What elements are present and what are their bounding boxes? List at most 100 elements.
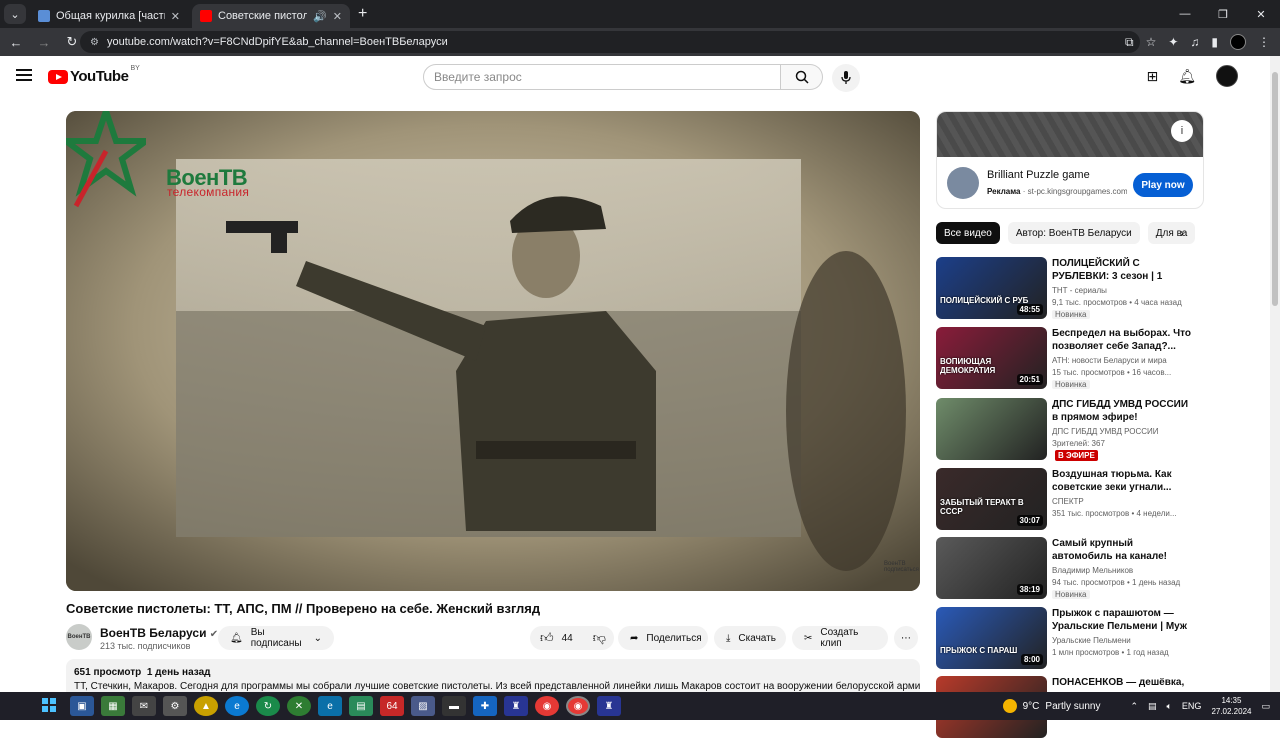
scrollbar-thumb[interactable] (1272, 72, 1278, 306)
notifications-bell-icon[interactable]: 🔔︎ (1178, 68, 1196, 85)
windows-start-icon[interactable] (42, 698, 56, 712)
close-tab-icon[interactable]: ✕ (171, 10, 180, 23)
recommendation-item[interactable]: ПОЛИЦЕЙСКИЙ С РУБ 48:55 ПОЛИЦЕЙСКИЙ С РУБЛ… (936, 257, 1204, 321)
bookmark-star-icon[interactable]: ☆ (1146, 35, 1157, 49)
recommendation-item[interactable]: ДПС ГИБДД УМВД РОССИИ в прямом эфире! ДПС… (936, 398, 1204, 462)
tank-game-icon[interactable]: ▬ (442, 696, 466, 716)
create-video-icon[interactable]: ⊞ (1146, 68, 1158, 85)
minimize-icon[interactable]: — (1166, 0, 1204, 28)
ie-app-icon[interactable]: e (318, 696, 342, 716)
chrome-active-icon[interactable]: ◉ (566, 696, 590, 716)
ad-play-now-button[interactable]: Play now (1133, 173, 1193, 197)
recommendation-title[interactable]: ДПС ГИБДД УМВД РОССИИ в прямом эфире! (1052, 398, 1194, 424)
channel-name[interactable]: ВоенТВ Беларуси ✔ (100, 626, 218, 640)
recommendation-title[interactable]: Самый крупный автомобиль на канале! (1052, 537, 1194, 563)
menu-icon[interactable] (16, 69, 32, 84)
recommendation-item[interactable]: ЗАБЫТЫЙ ТЕРАКТ В СССР 30:07 Воздушная тюрь… (936, 468, 1204, 532)
media-control-icon[interactable]: ♫ (1190, 35, 1199, 49)
save-app-icon[interactable]: ▣ (70, 696, 94, 716)
edge-browser-icon[interactable]: e (225, 696, 249, 716)
recommendation-title[interactable]: Воздушная тюрьма. Как советские зеки угн… (1052, 468, 1194, 494)
recommendation-item[interactable]: ВОПИЮЩАЯ ДЕМОКРАТИЯ 20:51 Беспредел на выб… (936, 327, 1204, 391)
chip-for-you[interactable]: Для ва (1147, 222, 1196, 244)
chip-all-videos[interactable]: Все видео (936, 222, 1000, 244)
shield-app-icon[interactable]: ✚ (473, 696, 497, 716)
video-thumbnail[interactable]: ЗАБЫТЫЙ ТЕРАКТ В СССР 30:07 (936, 468, 1047, 530)
wot-app-icon[interactable]: ♜ (504, 696, 528, 716)
search-button[interactable] (781, 64, 823, 90)
network-icon[interactable]: ▤ (1148, 701, 1157, 712)
chrome-app-icon[interactable]: ◉ (535, 696, 559, 716)
account-avatar[interactable] (1216, 65, 1238, 87)
browser-menu-icon[interactable]: ⋮ (1258, 35, 1270, 49)
side-panel-icon[interactable]: ▮ (1211, 35, 1218, 49)
weather-widget[interactable]: 9°C Partly sunny (1002, 699, 1100, 713)
volume-icon[interactable]: 🔈︎ (1167, 701, 1172, 712)
video-player[interactable]: ВоенТВ телекомпания ВоенТВ подписаться (66, 111, 920, 591)
video-thumbnail[interactable]: ПОЛИЦЕЙСКИЙ С РУБ 48:55 (936, 257, 1047, 319)
recommendation-item[interactable]: 38:19 Самый крупный автомобиль на канале!… (936, 537, 1204, 601)
video-thumbnail[interactable]: ПРЫЖОК С ПАРАШ 8:00 (936, 607, 1047, 669)
profile-avatar[interactable] (1230, 34, 1246, 50)
recommendation-channel[interactable]: ДПС ГИБДД УМВД РОССИИ (1052, 427, 1159, 436)
tab-search-button[interactable]: ⌄ (4, 4, 26, 24)
site-info-icon[interactable]: ⚙ (90, 37, 99, 48)
browser-tab[interactable]: Общая курилка [часть 2] - Стр ✕ (30, 4, 188, 28)
back-icon[interactable]: ← (4, 35, 28, 50)
game-app-icon[interactable]: ⚙ (163, 696, 187, 716)
ad-banner-image[interactable]: i (937, 112, 1203, 157)
recommendation-channel[interactable]: ТНТ - сериалы (1052, 286, 1107, 295)
photo-app-icon[interactable]: ▨ (411, 696, 435, 716)
subscribed-button[interactable]: 🔔︎ Вы подписаны ⌄ (218, 626, 334, 650)
chip-by-author[interactable]: Автор: ВоенТВ Беларуси (1007, 222, 1140, 244)
forward-icon[interactable]: → (32, 35, 56, 50)
youtube-logo[interactable]: YouTube BY (48, 65, 140, 85)
recommendation-title[interactable]: Беспредел на выборах. Что позволяет себе… (1052, 327, 1194, 353)
close-window-icon[interactable]: ✕ (1242, 0, 1280, 28)
audio-playing-icon[interactable]: 🔊 (313, 10, 327, 23)
like-button[interactable]: 👍︎ 44 (530, 626, 583, 650)
address-bar[interactable]: ⚙ youtube.com/watch?v=F8CNdDpifYE&ab_cha… (80, 31, 1140, 53)
share-button[interactable]: ➦ Поделиться (618, 626, 708, 650)
recommendation-channel[interactable]: АТН: новости Беларуси и мира (1052, 356, 1167, 365)
chevron-right-icon[interactable]: › (1180, 226, 1184, 240)
voice-search-button[interactable] (832, 64, 860, 92)
ad-card[interactable]: i Brilliant Puzzle game Реклама · st-pc.… (936, 111, 1204, 209)
page-scrollbar[interactable] (1270, 56, 1280, 692)
calculator-app-icon[interactable]: ▦ (101, 696, 125, 716)
corner-subscribe-logo[interactable]: ВоенТВ подписаться (884, 561, 919, 581)
sync-app-icon[interactable]: ↻ (256, 696, 280, 716)
recommendation-title[interactable]: Прыжок с парашютом — Уральские Пельмени … (1052, 607, 1194, 633)
extensions-icon[interactable]: ✦ (1168, 35, 1178, 49)
download-button[interactable]: ⤓ Скачать (714, 626, 786, 650)
recommendation-title[interactable]: ПОЛИЦЕЙСКИЙ С РУБЛЕВКИ: 3 сезон | 1 сери… (1052, 257, 1194, 283)
spreadsheet-app-icon[interactable]: ▤ (349, 696, 373, 716)
recommendation-item[interactable]: ПРЫЖОК С ПАРАШ 8:00 Прыжок с парашютом — У… (936, 607, 1204, 671)
browser-tab-active[interactable]: Советские пистолеты: ТТ, А 🔊 ✕ (192, 4, 350, 28)
video-thumbnail[interactable] (936, 398, 1047, 460)
recommendation-title[interactable]: ПОНАСЕНКОВ — дешёвка, (1052, 676, 1194, 689)
video-thumbnail[interactable]: ВОПИЮЩАЯ ДЕМОКРАТИЯ 20:51 (936, 327, 1047, 389)
wot-blitz-icon[interactable]: ♜ (597, 696, 621, 716)
restore-icon[interactable]: ❐ (1204, 0, 1242, 28)
search-input[interactable]: Введите запрос (423, 64, 781, 90)
mail-app-icon[interactable]: ✉ (132, 696, 156, 716)
xbox-app-icon[interactable]: ✕ (287, 696, 311, 716)
video-thumbnail[interactable]: 38:19 (936, 537, 1047, 599)
recommendation-channel[interactable]: Владимир Мельников (1052, 566, 1133, 575)
tray-chevron-icon[interactable]: ⌃ (1130, 701, 1138, 712)
more-actions-button[interactable]: ⋯ (894, 626, 918, 650)
recommendation-channel[interactable]: Уральские Пельмени (1052, 636, 1131, 645)
notification-icon[interactable]: ▭ (1261, 701, 1270, 712)
create-clip-button[interactable]: ✂ Создать клип (792, 626, 888, 650)
warning-app-icon[interactable]: ▲ (194, 696, 218, 716)
close-tab-icon[interactable]: ✕ (333, 10, 342, 23)
recommendation-channel[interactable]: СПЕКТР (1052, 497, 1084, 506)
aida64-app-icon[interactable]: 64 (380, 696, 404, 716)
dislike-button[interactable]: 👎︎ (583, 626, 616, 650)
keyboard-language[interactable]: ENG (1182, 701, 1202, 711)
ad-info-icon[interactable]: i (1171, 120, 1193, 142)
clock[interactable]: 14:35 27.02.2024 (1211, 695, 1251, 717)
new-tab-button[interactable]: + (358, 5, 367, 23)
install-app-icon[interactable]: ⧉ (1125, 35, 1134, 50)
